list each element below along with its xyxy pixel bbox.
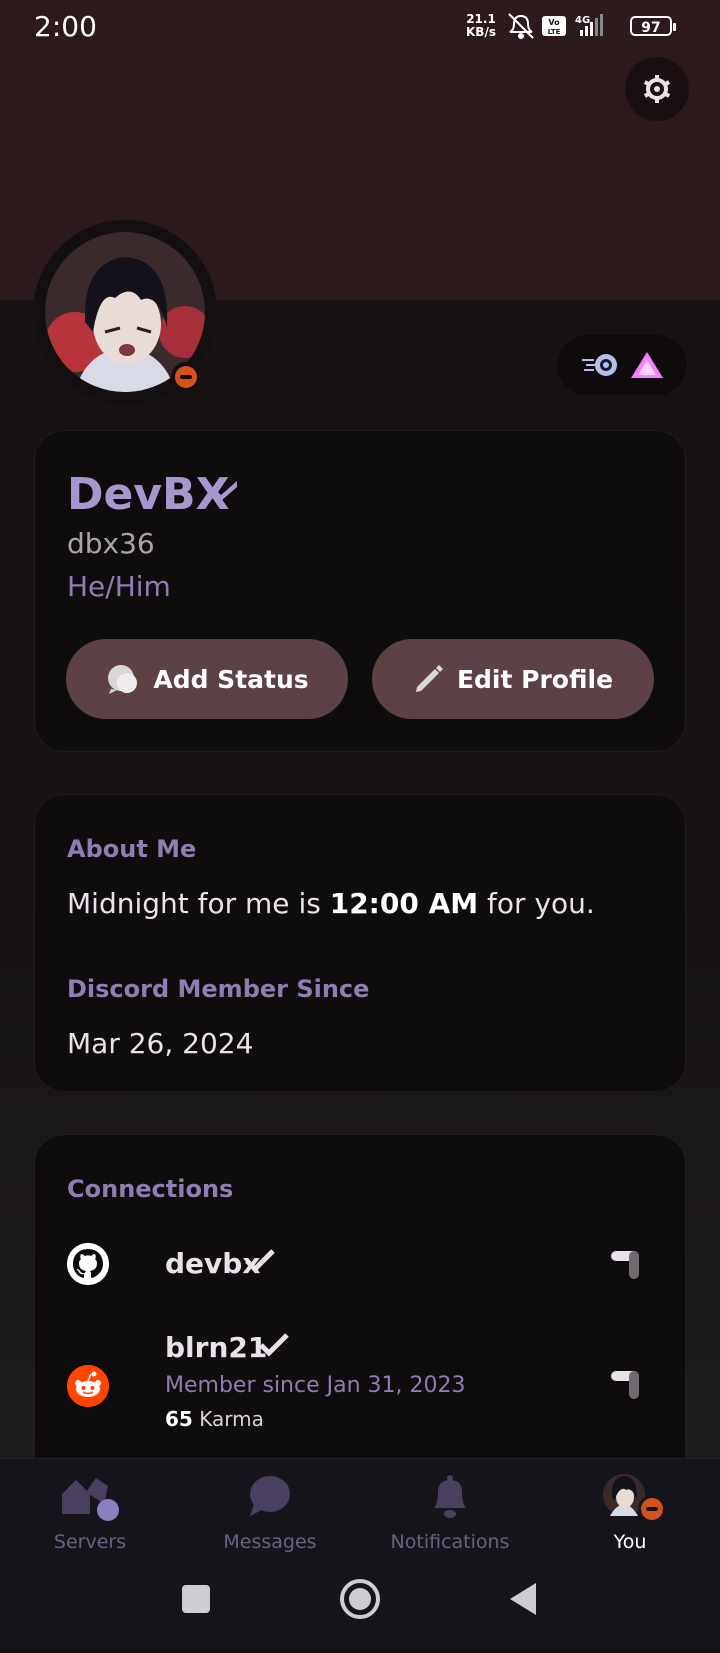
- back-button-icon: [510, 1583, 536, 1615]
- connection-reddit[interactable]: blrn21 Member since Jan 31, 2023 65 Karm…: [67, 1331, 657, 1441]
- username: dbx36: [67, 527, 155, 560]
- member-since-heading: Discord Member Since: [67, 975, 370, 1003]
- boost-badge-icon: [630, 352, 663, 378]
- gear-icon: [643, 75, 671, 103]
- edit-profile-label: Edit Profile: [456, 664, 614, 694]
- verified-check-icon: [259, 1333, 289, 1357]
- connection-name: blrn21: [165, 1331, 268, 1364]
- battery-indicator: 97: [630, 16, 676, 36]
- bell-icon: [434, 1475, 466, 1518]
- settings-button[interactable]: [625, 57, 689, 121]
- nitro-badge-icon: [581, 354, 617, 376]
- servers-icon: [62, 1478, 119, 1521]
- nav-you[interactable]: You: [540, 1469, 720, 1569]
- nav-messages[interactable]: Messages: [180, 1469, 360, 1569]
- connection-karma: 65 Karma: [165, 1407, 264, 1431]
- connection-member-since: Member since Jan 31, 2023: [165, 1373, 466, 1398]
- nav-label: Notifications: [390, 1531, 510, 1553]
- edit-profile-button[interactable]: Edit Profile: [372, 639, 654, 719]
- system-navigation-bar: [0, 1569, 720, 1649]
- external-link-icon[interactable]: [607, 1367, 643, 1403]
- nav-label: Messages: [223, 1531, 317, 1553]
- bottom-navigation: Servers Messages Notifications You: [0, 1458, 720, 1651]
- about-me-text: Midnight for me is 12:00 AM for you.: [67, 887, 595, 920]
- profile-badges[interactable]: [557, 335, 687, 395]
- nav-label: You: [613, 1531, 647, 1553]
- messages-icon: [250, 1476, 290, 1516]
- about-me-heading: About Me: [67, 835, 197, 863]
- pencil-icon: [415, 665, 443, 692]
- signal-icon: 4G: [575, 14, 603, 36]
- dnd-status-indicator: [171, 362, 201, 392]
- home-button-icon: [340, 1579, 380, 1619]
- reddit-icon: [67, 1365, 109, 1407]
- chat-bubble-icon: [108, 665, 138, 694]
- nav-label: Servers: [53, 1531, 127, 1553]
- nav-servers[interactable]: Servers: [0, 1469, 180, 1569]
- svg-text:4G: 4G: [575, 15, 590, 26]
- svg-text:LTE: LTE: [548, 28, 561, 36]
- status-bar: 2:00 21.1 KB/s Vo LTE 4G 97: [0, 0, 720, 54]
- github-icon: [67, 1243, 109, 1285]
- network-speed: 21.1 KB/s: [466, 12, 496, 39]
- svg-text:Vo: Vo: [548, 18, 560, 27]
- pronouns: He/Him: [67, 570, 171, 603]
- member-since-date: Mar 26, 2024: [67, 1027, 254, 1060]
- add-status-button[interactable]: Add Status: [66, 639, 348, 719]
- nameplate-check-icon: [213, 481, 237, 501]
- about-card: About Me Midnight for me is 12:00 AM for…: [34, 794, 686, 1092]
- recents-button-icon: [182, 1585, 210, 1613]
- profile-card: DevBX dbx36 He/Him Add Status Edit Profi…: [34, 430, 686, 752]
- volte-icon: Vo LTE: [542, 16, 566, 36]
- display-name: DevBX: [67, 469, 230, 520]
- nav-notifications[interactable]: Notifications: [360, 1469, 540, 1569]
- status-time: 2:00: [34, 10, 97, 43]
- connections-heading: Connections: [67, 1175, 234, 1203]
- add-status-label: Add Status: [153, 664, 309, 694]
- connections-card: Connections devbx blrn21 Member since Ja…: [34, 1134, 686, 1494]
- bell-off-icon: [508, 13, 534, 39]
- verified-check-icon: [245, 1249, 275, 1273]
- avatar: [603, 1474, 666, 1523]
- external-link-icon[interactable]: [607, 1247, 643, 1283]
- connection-github[interactable]: devbx: [67, 1237, 657, 1297]
